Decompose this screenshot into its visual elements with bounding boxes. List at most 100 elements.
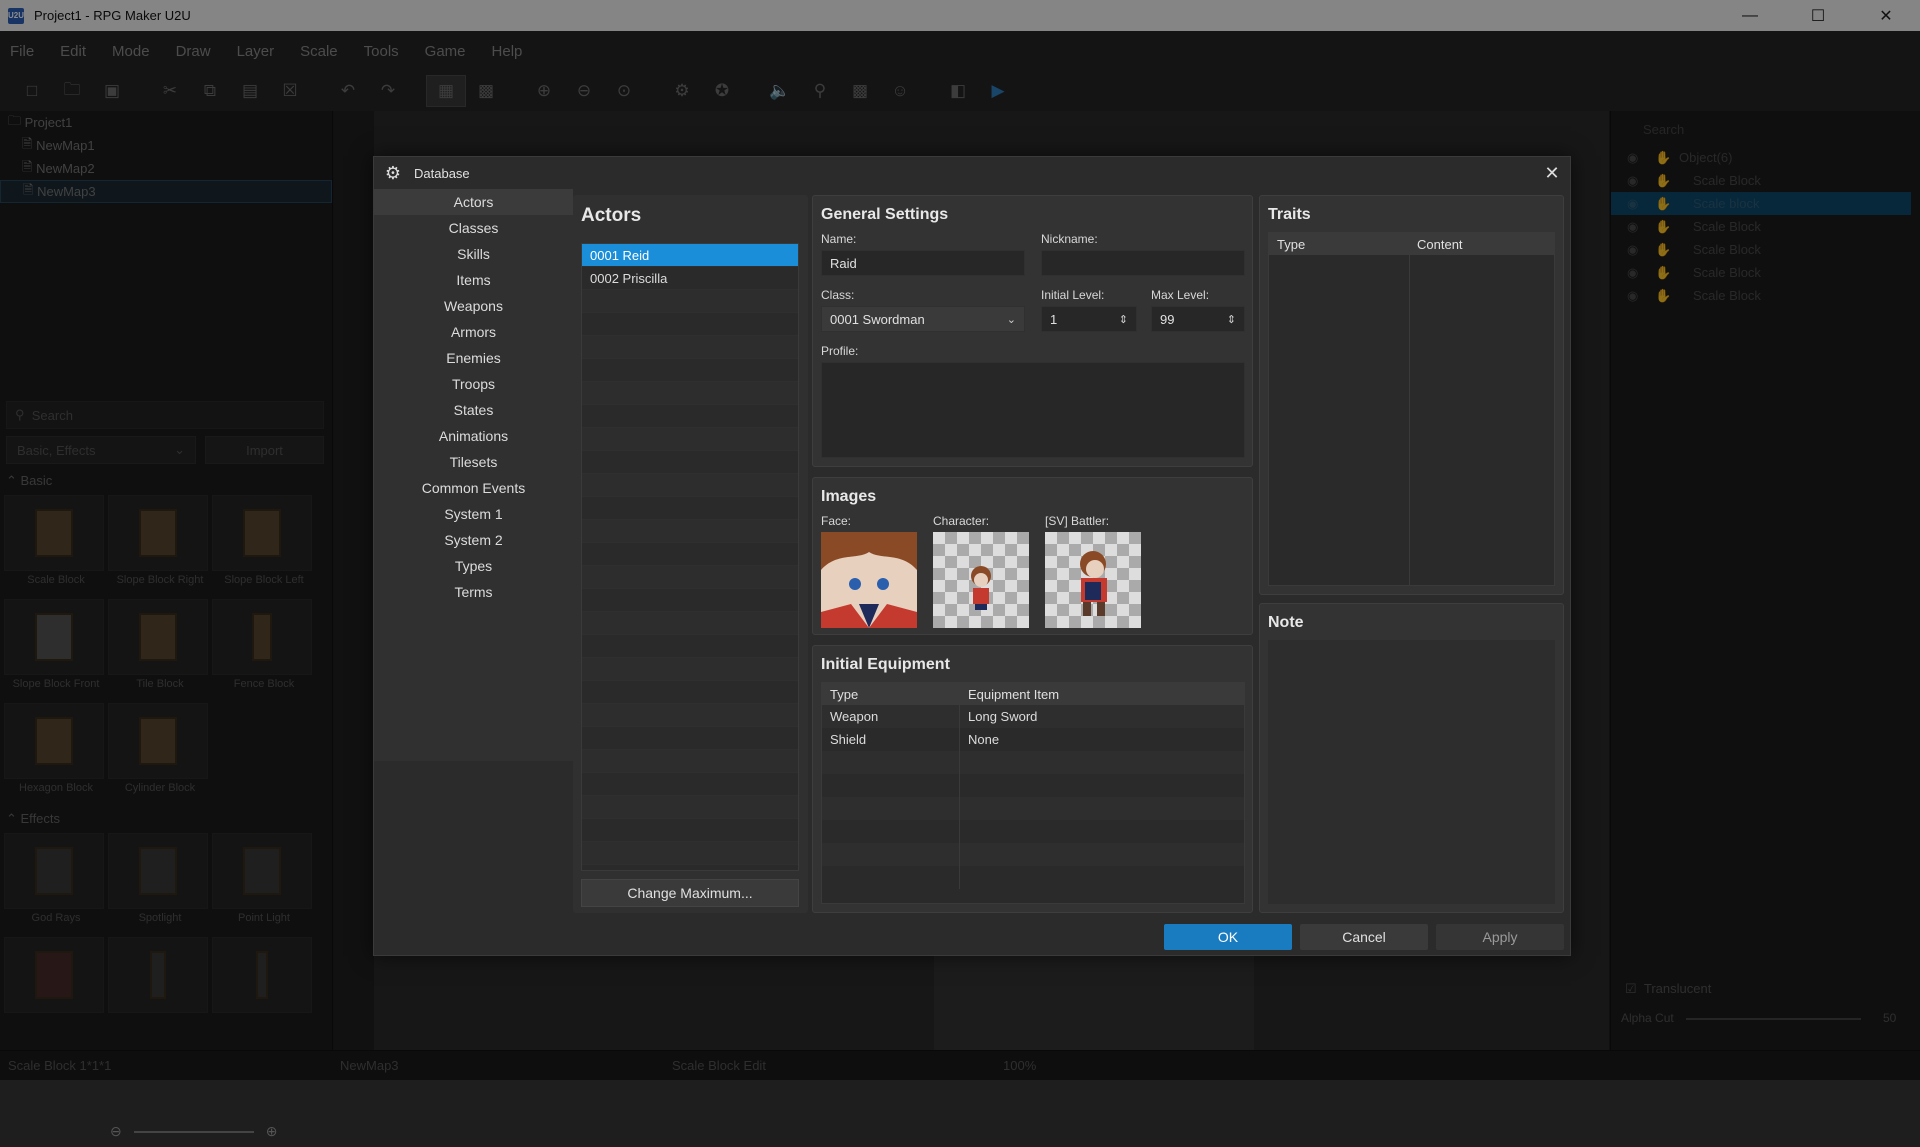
actor-row-empty[interactable]: [582, 612, 798, 635]
max-level-label: Max Level:: [1151, 288, 1210, 302]
category-enemies[interactable]: Enemies: [374, 345, 573, 371]
table-row-empty: [822, 866, 1244, 889]
nickname-input[interactable]: [1041, 250, 1245, 276]
initial-level-label: Initial Level:: [1041, 288, 1105, 302]
close-icon[interactable]: ✕: [1540, 161, 1564, 185]
table-row[interactable]: Shield None: [822, 728, 1244, 751]
library-zoom-slider[interactable]: ⊖ ⊕: [110, 1123, 310, 1147]
col-type: Type: [822, 683, 960, 705]
battler-sprite-icon: [1080, 551, 1107, 616]
initial-level-stepper[interactable]: 1 ⇕: [1041, 306, 1137, 332]
actor-row-empty[interactable]: [582, 382, 798, 405]
name-label: Name:: [821, 232, 857, 246]
category-armors[interactable]: Armors: [374, 319, 573, 345]
name-input[interactable]: Raid: [821, 250, 1025, 276]
actor-row-empty[interactable]: [582, 451, 798, 474]
note-textarea[interactable]: [1268, 640, 1555, 904]
col-content: Content: [1417, 236, 1463, 252]
spin-arrows-icon[interactable]: ⇕: [1119, 313, 1128, 326]
category-skills[interactable]: Skills: [374, 241, 573, 267]
actors-panel: Actors 0001 Reid 0002 Priscilla Change M…: [573, 195, 808, 913]
actor-row-empty[interactable]: [582, 635, 798, 658]
images-title: Images: [821, 488, 877, 505]
dialog-title: Database: [414, 165, 470, 181]
character-label: Character:: [933, 514, 990, 528]
actor-row-empty[interactable]: [582, 474, 798, 497]
spin-arrows-icon[interactable]: ⇕: [1227, 313, 1236, 326]
actor-row-empty[interactable]: [582, 819, 798, 842]
category-actors[interactable]: Actors: [374, 189, 573, 215]
profile-label: Profile:: [821, 344, 859, 358]
category-items[interactable]: Items: [374, 267, 573, 293]
table-row-empty: [822, 843, 1244, 866]
change-maximum-button[interactable]: Change Maximum...: [581, 879, 799, 907]
actor-row-empty[interactable]: [582, 842, 798, 865]
col-equipment-item: Equipment Item: [968, 686, 1060, 702]
actor-row[interactable]: 0002 Priscilla: [582, 267, 798, 290]
category-troops[interactable]: Troops: [374, 371, 573, 397]
actor-row-empty[interactable]: [582, 589, 798, 612]
face-portrait-icon: [821, 532, 917, 628]
apply-button[interactable]: Apply: [1436, 924, 1564, 950]
actor-row-empty[interactable]: [582, 681, 798, 704]
chevron-down-icon: ⌄: [1006, 313, 1016, 326]
actor-row-empty[interactable]: [582, 543, 798, 566]
category-states[interactable]: States: [374, 397, 573, 423]
actor-list: 0001 Reid 0002 Priscilla: [581, 243, 799, 871]
traits-panel: Traits Type Content: [1259, 195, 1564, 595]
category-list: Actors Classes Skills Items Weapons Armo…: [374, 189, 573, 761]
character-image[interactable]: [933, 532, 1029, 628]
category-terms[interactable]: Terms: [374, 579, 573, 605]
equipment-panel: Initial Equipment Type Equipment Item We…: [812, 645, 1253, 913]
category-types[interactable]: Types: [374, 553, 573, 579]
actor-row-empty[interactable]: [582, 566, 798, 589]
traits-table-header: Type Content: [1269, 233, 1554, 255]
general-settings-title: General Settings: [821, 206, 949, 223]
table-row[interactable]: Weapon Long Sword: [822, 705, 1244, 728]
traits-table: Type Content: [1268, 232, 1555, 586]
gear-icon: ⚙: [384, 162, 402, 183]
face-label: Face:: [821, 514, 852, 528]
database-dialog: ⚙ Database ✕ Actors Classes Skills Items…: [373, 156, 1571, 956]
actor-row-empty[interactable]: [582, 290, 798, 313]
cancel-button[interactable]: Cancel: [1300, 924, 1428, 950]
actor-row-empty[interactable]: [582, 359, 798, 382]
category-weapons[interactable]: Weapons: [374, 293, 573, 319]
category-system-1[interactable]: System 1: [374, 501, 573, 527]
actor-row-empty[interactable]: [582, 658, 798, 681]
actor-row-empty[interactable]: [582, 750, 798, 773]
note-title: Note: [1268, 614, 1304, 631]
category-tilesets[interactable]: Tilesets: [374, 449, 573, 475]
battler-image[interactable]: [1045, 532, 1141, 628]
battler-label: [SV] Battler:: [1045, 514, 1110, 528]
actor-row-selected[interactable]: 0001 Reid: [582, 244, 798, 267]
actor-row-empty[interactable]: [582, 313, 798, 336]
actor-row-empty[interactable]: [582, 773, 798, 796]
actor-row-empty[interactable]: [582, 428, 798, 451]
actor-row-empty[interactable]: [582, 704, 798, 727]
character-sprite-icon: [971, 566, 991, 610]
category-system-2[interactable]: System 2: [374, 527, 573, 553]
profile-textarea[interactable]: [821, 362, 1245, 458]
actor-row-empty[interactable]: [582, 727, 798, 750]
dialog-header: ⚙ Database ✕: [374, 157, 1572, 189]
face-image[interactable]: [821, 532, 917, 628]
category-animations[interactable]: Animations: [374, 423, 573, 449]
category-common-events[interactable]: Common Events: [374, 475, 573, 501]
general-settings-panel: General Settings Name: Raid Nickname: Cl…: [812, 195, 1253, 467]
class-select[interactable]: 0001 Swordman ⌄: [821, 306, 1025, 332]
nickname-label: Nickname:: [1041, 232, 1098, 246]
actor-row-empty[interactable]: [582, 520, 798, 543]
actor-row-empty[interactable]: [582, 336, 798, 359]
table-row-empty: [822, 774, 1244, 797]
col-type: Type: [1269, 233, 1409, 255]
actor-row-empty[interactable]: [582, 405, 798, 428]
class-label: Class:: [821, 288, 855, 302]
ok-button[interactable]: OK: [1164, 924, 1292, 950]
actor-row-empty[interactable]: [582, 796, 798, 819]
category-classes[interactable]: Classes: [374, 215, 573, 241]
traits-title: Traits: [1268, 206, 1311, 223]
actor-row-empty[interactable]: [582, 497, 798, 520]
images-panel: Images Face: Character: [SV] Battler:: [812, 477, 1253, 635]
max-level-stepper[interactable]: 99 ⇕: [1151, 306, 1245, 332]
